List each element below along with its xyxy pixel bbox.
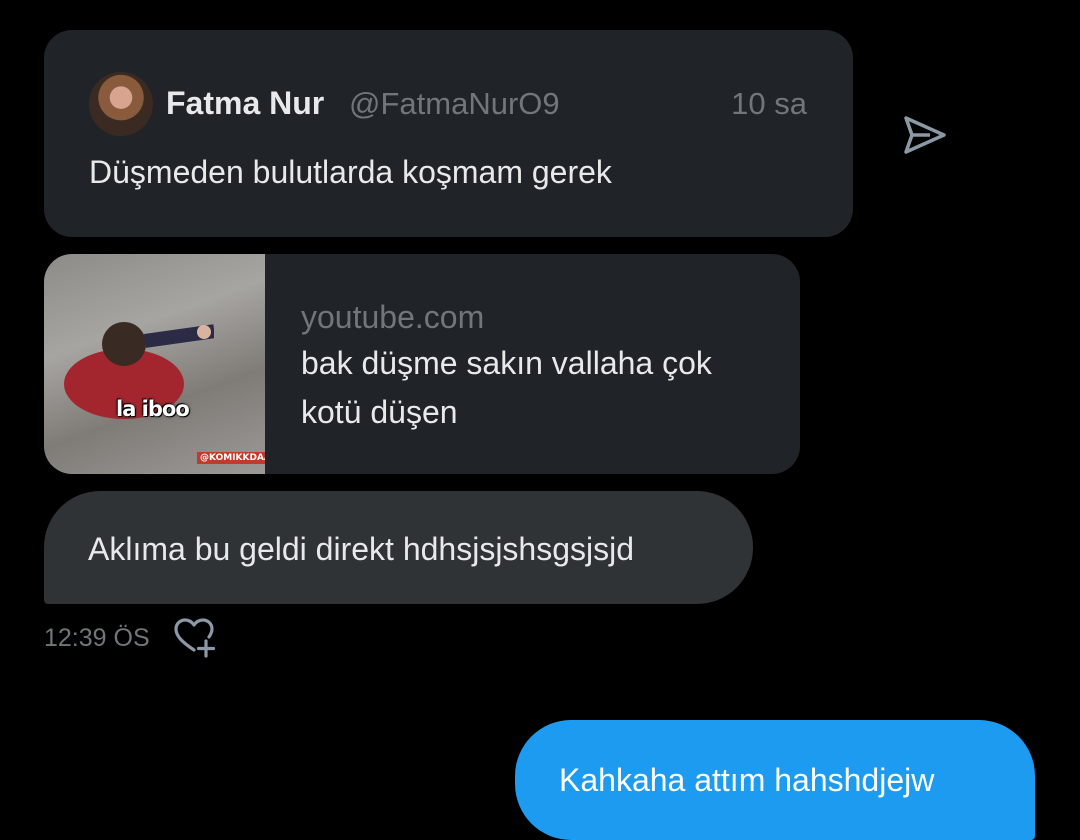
tweet-text: Düşmeden bulutlarda koşmam gerek	[89, 154, 612, 190]
video-thumbnail: la iboo @KOMIKKDAA	[44, 254, 265, 474]
sent-message-text: Kahkaha attım hahshdjejw	[559, 762, 935, 798]
author-avatar[interactable]	[89, 72, 153, 136]
link-preview-card[interactable]: la iboo @KOMIKKDAA youtube.com bak düşme…	[44, 254, 800, 474]
link-title: bak düşme sakın vallaha çok kotü düşen	[301, 345, 712, 430]
author-handle: @FatmaNurO9	[349, 86, 560, 121]
received-message-text: Aklıma bu geldi direkt hdhsjsjshsgsjsjd	[88, 531, 635, 567]
message-timestamp: 12:39 ÖS	[44, 624, 150, 652]
quoted-tweet-card[interactable]: Fatma Nur @FatmaNurO9 10 sa Düşmeden bul…	[44, 30, 853, 237]
send-arrow-icon[interactable]	[900, 110, 950, 160]
tweet-timestamp: 10 sa	[731, 86, 807, 121]
thumbnail-caption: la iboo	[116, 397, 190, 421]
sent-message-bubble[interactable]: Kahkaha attım hahshdjejw	[515, 720, 1035, 840]
received-message-bubble[interactable]: Aklıma bu geldi direkt hdhsjsjshsgsjsjd	[44, 491, 753, 604]
heart-plus-icon[interactable]	[172, 616, 218, 658]
link-domain: youtube.com	[301, 299, 485, 335]
thumbnail-watermark: @KOMIKKDAA	[197, 452, 265, 464]
author-name: Fatma Nur	[166, 85, 325, 121]
